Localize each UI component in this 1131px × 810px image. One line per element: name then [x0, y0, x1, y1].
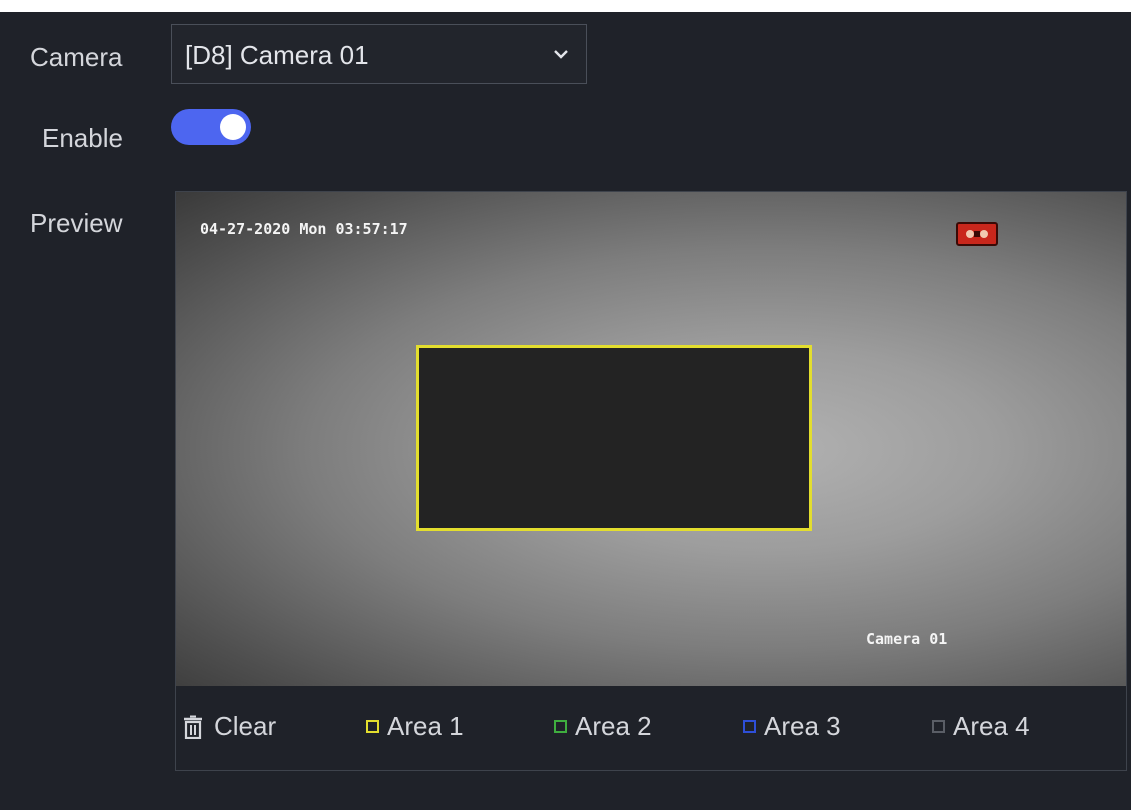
- camera-select[interactable]: [D8] Camera 01: [171, 24, 587, 84]
- area-2-label: Area 2: [575, 711, 652, 741]
- area-1-swatch-icon: [366, 720, 379, 733]
- mask-toolbar: Clear Area 1 Area 2 Area 3 Area 4: [176, 686, 1126, 770]
- area-2-swatch-icon: [554, 720, 567, 733]
- video-preview[interactable]: 04-27-2020 Mon 03:57:17 Camera 01: [176, 192, 1126, 686]
- camera-select-value: [D8] Camera 01: [185, 40, 369, 70]
- area-1-label: Area 1: [387, 711, 464, 741]
- chevron-down-icon: [554, 50, 568, 59]
- top-edge: [0, 0, 1131, 12]
- camera-label: Camera: [30, 42, 123, 72]
- area-1-option[interactable]: Area 1: [366, 711, 464, 742]
- privacy-mask-area-1[interactable]: [416, 345, 812, 531]
- area-3-swatch-icon: [743, 720, 756, 733]
- area-4-swatch-icon: [932, 720, 945, 733]
- enable-label: Enable: [42, 123, 123, 153]
- clear-button[interactable]: Clear: [182, 711, 276, 742]
- osd-timestamp: 04-27-2020 Mon 03:57:17: [200, 220, 408, 238]
- osd-camera-name: Camera 01: [866, 630, 948, 648]
- area-3-label: Area 3: [764, 711, 841, 741]
- preview-label: Preview: [30, 208, 123, 238]
- record-indicator-icon: [956, 222, 998, 246]
- clear-label: Clear: [214, 711, 277, 741]
- area-4-option[interactable]: Area 4: [932, 711, 1030, 742]
- area-3-option[interactable]: Area 3: [743, 711, 841, 742]
- toggle-knob: [220, 114, 246, 140]
- enable-toggle[interactable]: [171, 109, 251, 145]
- area-2-option[interactable]: Area 2: [554, 711, 652, 742]
- trash-icon: [184, 715, 202, 739]
- area-4-label: Area 4: [953, 711, 1030, 741]
